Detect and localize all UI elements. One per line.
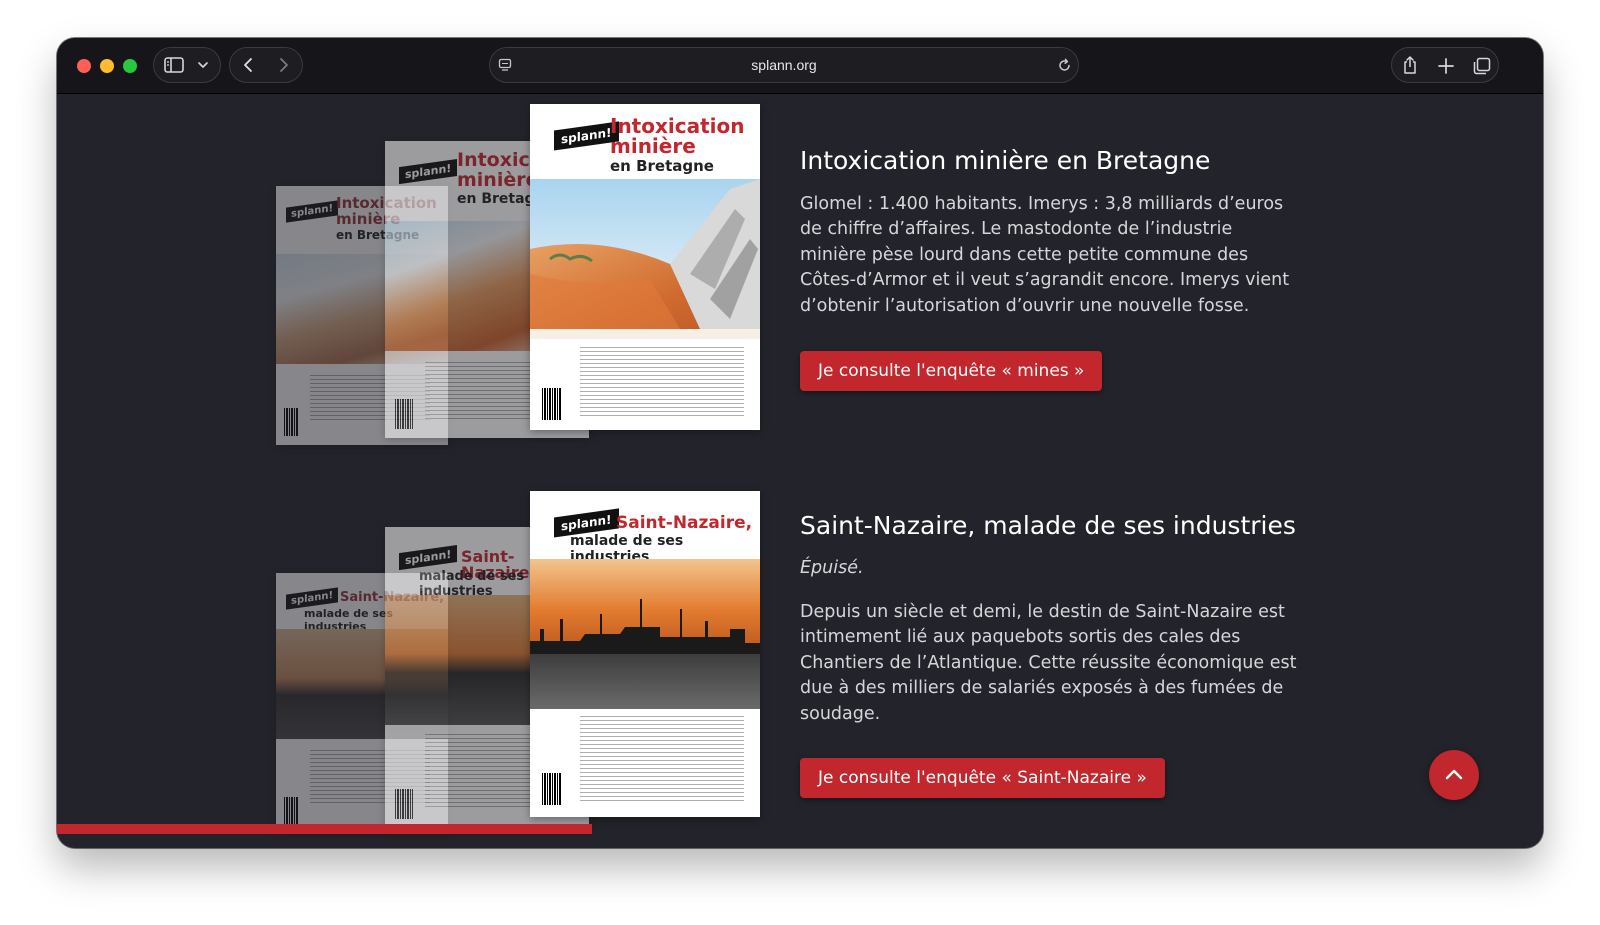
url-text[interactable]: splann.org	[490, 57, 1078, 73]
window-actions-group	[1391, 47, 1499, 83]
chevron-up-icon	[1445, 769, 1463, 780]
article-title[interactable]: Saint-Nazaire, malade de ses industries	[800, 511, 1296, 540]
forward-icon[interactable]	[278, 57, 290, 73]
reading-progress-bar	[57, 824, 592, 834]
consult-mines-button[interactable]: Je consulte l'enquête « mines »	[800, 351, 1103, 391]
zoom-window-button[interactable]	[123, 59, 137, 73]
browser-window: splann.org splann! minière en Bretagne s…	[57, 38, 1543, 848]
close-window-button[interactable]	[77, 59, 91, 73]
status-label: Épuisé.	[800, 558, 864, 578]
cover-image-saint-nazaire[interactable]: splann! Saint-Nazaire, malade de ses ind…	[530, 491, 760, 817]
reload-icon[interactable]	[1057, 58, 1072, 73]
address-bar[interactable]: splann.org	[489, 47, 1079, 83]
plus-icon[interactable]	[1438, 58, 1454, 74]
page-content: splann! Intoxication minière en Bretagne…	[57, 94, 1543, 848]
article-summary: Depuis un siècle et demi, le destin de S…	[800, 602, 1297, 724]
article-title[interactable]: Intoxication minière en Bretagne	[800, 146, 1210, 175]
cover-image-mines[interactable]: splann! Intoxication minière en Bretagne	[530, 104, 760, 430]
consult-saint-nazaire-button[interactable]: Je consulte l'enquête « Saint-Nazaire »	[800, 758, 1165, 798]
minimize-window-button[interactable]	[100, 59, 114, 73]
share-icon[interactable]	[1401, 55, 1419, 75]
history-nav-group	[229, 47, 303, 83]
article-summary: Glomel : 1.400 habitants. Imerys : 3,8 m…	[800, 194, 1290, 316]
scroll-to-top-button[interactable]	[1429, 750, 1479, 800]
browser-toolbar: splann.org	[57, 38, 1543, 94]
tabs-icon[interactable]	[1473, 57, 1491, 75]
sidebar-toggle-group	[153, 47, 221, 83]
chevron-down-icon[interactable]	[197, 61, 209, 69]
back-icon[interactable]	[242, 57, 254, 73]
sidebar-icon[interactable]	[164, 57, 184, 73]
